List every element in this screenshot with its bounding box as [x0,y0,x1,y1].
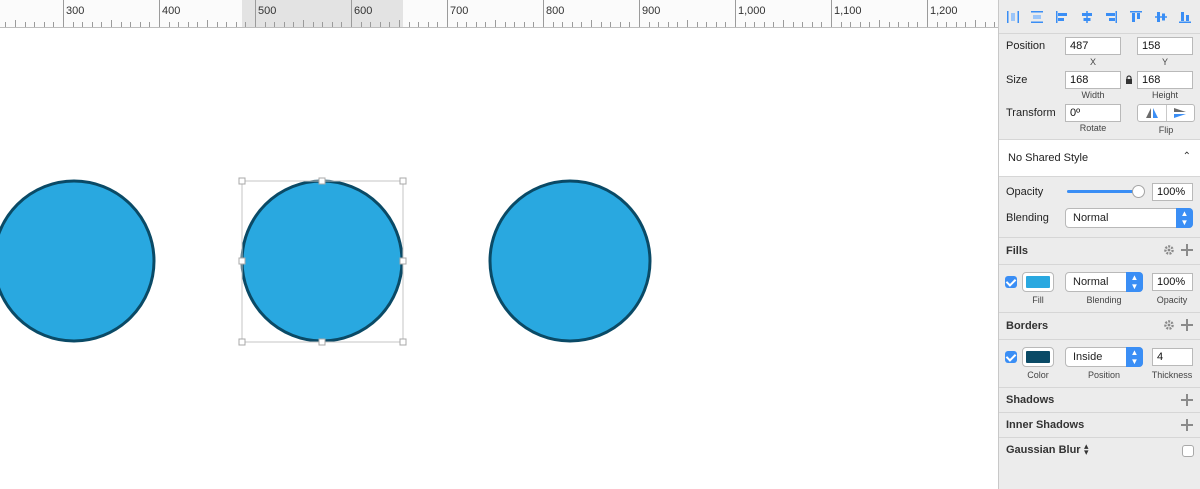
inspector-panel: Position 487 158 X Y Size 168 168 Width … [998,0,1200,489]
fill-blending-select[interactable]: Normal ▲ ▼ [1065,272,1143,292]
shadows-title: Shadows [1006,394,1055,406]
opacity-slider-knob[interactable] [1131,185,1145,198]
resize-handle-bottom-right[interactable] [399,338,407,346]
rotate-input[interactable]: 0º [1065,104,1121,122]
canvas[interactable]: 300 400 500 600 700 800 900 1,000 1,100 1,200 [0,0,998,489]
shadows-section[interactable]: Shadows [999,387,1200,412]
border-thickness-input[interactable]: 4 [1152,348,1193,366]
borders-title: Borders [1006,320,1049,332]
height-caption: Height [1151,90,1178,100]
fill-opacity-input[interactable]: 100% [1152,273,1193,291]
fill-caption: Fill [1032,295,1044,305]
fill-blending-caption: Blending [1086,295,1122,305]
opacity-slider-fill [1067,190,1139,193]
blur-type-chevron-icon[interactable]: ▴ ▾ [1084,442,1089,457]
flip-horizontal-icon[interactable] [1138,105,1166,121]
resize-handle-bottom[interactable] [318,338,326,346]
border-position-value: Inside [1073,351,1103,363]
distribute-horizontal-icon[interactable] [1003,7,1023,27]
blending-select[interactable]: Normal ▲ ▼ [1065,208,1193,228]
distribute-vertical-icon[interactable] [1028,7,1048,27]
resize-handle-bottom-left[interactable] [238,338,246,346]
position-x-input[interactable]: 487 [1065,37,1121,55]
fill-color-swatch [1026,276,1050,288]
border-color-well[interactable] [1022,347,1054,367]
gaussian-blur-checkbox[interactable] [1182,445,1194,457]
position-y-input[interactable]: 158 [1137,37,1193,55]
position-x-caption: X [1089,57,1096,67]
add-inner-shadow-plus-icon[interactable] [1181,419,1193,431]
border-color-caption: Color [1027,370,1049,380]
gaussian-blur-title[interactable]: Gaussian Blur [1006,444,1081,456]
gaussian-blur-section: Gaussian Blur ▴ ▾ [999,437,1200,489]
fills-title: Fills [1006,245,1029,257]
position-label: Position [1006,40,1046,52]
inner-shadows-title: Inner Shadows [1006,419,1085,431]
border-position-caption: Position [1087,370,1121,380]
shared-style-dropdown[interactable]: No Shared Style ⌃ [999,139,1200,177]
align-right-icon[interactable] [1102,7,1122,27]
oval-selected[interactable] [240,179,404,343]
border-thickness-caption: Thickness [1151,370,1193,380]
border-position-select[interactable]: Inside ▲ ▼ [1065,347,1143,367]
up-down-chevron-icon: ⌃ [1182,151,1191,162]
size-label: Size [1006,74,1028,86]
align-horizontal-center-icon[interactable] [1077,7,1097,27]
align-left-icon[interactable] [1052,7,1072,27]
opacity-label: Opacity [1006,186,1044,198]
oval-left[interactable] [0,179,156,343]
add-border-plus-icon[interactable] [1181,319,1193,331]
fill-color-well[interactable] [1022,272,1054,292]
select-stepper-icon: ▲ ▼ [1126,272,1143,292]
flip-control [1137,104,1195,122]
artboard-shapes [0,177,652,346]
blending-label: Blending [1006,212,1049,224]
height-input[interactable]: 168 [1137,71,1193,89]
position-y-caption: Y [1161,57,1168,67]
select-stepper-icon: ▲ ▼ [1176,208,1193,228]
fill-blending-value: Normal [1073,276,1109,288]
inner-shadows-section[interactable]: Inner Shadows [999,412,1200,437]
opacity-input[interactable]: 100% [1152,183,1193,201]
resize-handle-top-right[interactable] [399,177,407,185]
border-enabled-checkbox[interactable] [1005,351,1017,363]
align-bottom-icon[interactable] [1175,7,1195,27]
resize-handle-left[interactable] [238,257,246,265]
transform-label: Transform [1006,107,1056,119]
resize-handle-top[interactable] [318,177,326,185]
add-shadow-plus-icon[interactable] [1181,394,1193,406]
lock-icon[interactable] [1125,75,1133,85]
opacity-slider[interactable] [1067,185,1145,198]
align-vertical-center-icon[interactable] [1151,7,1171,27]
add-fill-plus-icon[interactable] [1181,244,1193,256]
shared-style-value: No Shared Style [1008,152,1089,164]
rotate-caption: Rotate [1079,123,1107,133]
fill-opacity-caption: Opacity [1156,295,1188,305]
resize-handle-right[interactable] [399,257,407,265]
align-top-icon[interactable] [1126,7,1146,27]
borders-section: Borders Inside ▲ ▼ 4 Color Position Thick… [999,312,1200,388]
flip-vertical-icon[interactable] [1165,105,1195,121]
oval-right[interactable] [488,179,652,343]
fills-section: Fills Normal ▲ ▼ 100% Fill Blending Opaci… [999,237,1200,313]
border-color-swatch [1026,351,1050,363]
width-caption: Width [1081,90,1105,100]
resize-handle-top-left[interactable] [238,177,246,185]
blending-select-value: Normal [1073,212,1109,224]
gear-icon[interactable] [1163,319,1175,331]
fill-enabled-checkbox[interactable] [1005,276,1017,288]
select-stepper-icon: ▲ ▼ [1126,347,1143,367]
gear-icon[interactable] [1163,244,1175,256]
width-input[interactable]: 168 [1065,71,1121,89]
flip-caption: Flip [1158,125,1174,135]
alignment-toolbar [999,0,1200,34]
